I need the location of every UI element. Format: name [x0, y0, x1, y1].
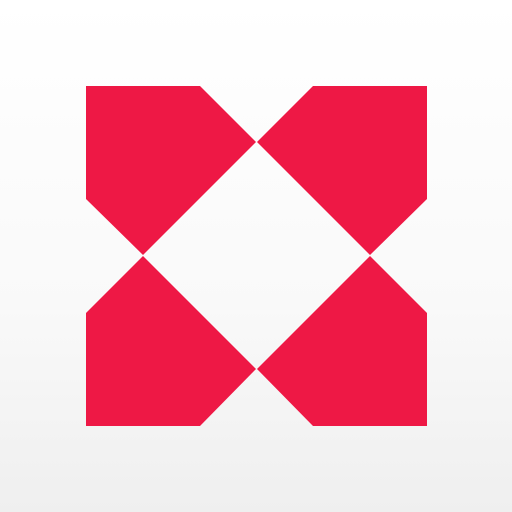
- logo-bottom-left-quadrant: [86, 256, 256, 426]
- app-icon: [0, 0, 512, 512]
- app-logo-icon: [86, 86, 427, 426]
- logo-bottom-right-quadrant: [257, 256, 427, 426]
- logo-top-left-quadrant: [86, 86, 256, 255]
- logo-top-right-quadrant: [257, 86, 427, 255]
